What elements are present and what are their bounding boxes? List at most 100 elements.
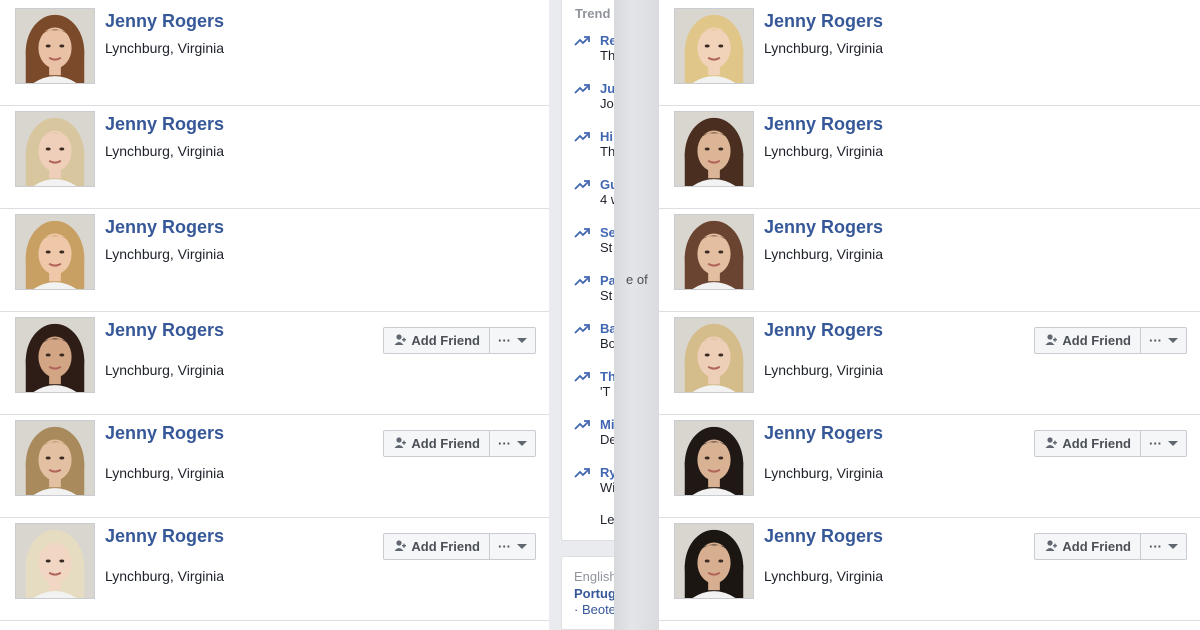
add-friend-icon bbox=[393, 539, 407, 555]
person-name-link[interactable]: Jenny Rogers bbox=[764, 11, 883, 32]
add-friend-icon bbox=[393, 436, 407, 452]
person-location: Lynchburg, Virginia bbox=[105, 568, 225, 584]
chevron-down-icon bbox=[517, 441, 527, 446]
screenshot-seam bbox=[614, 0, 659, 630]
friend-actions: Add Friend ··· bbox=[383, 430, 536, 457]
friend-actions: Add Friend ··· bbox=[383, 327, 536, 354]
add-friend-icon bbox=[1044, 539, 1058, 555]
more-options-button[interactable]: ··· bbox=[490, 430, 536, 457]
trending-partial-text: e of bbox=[626, 272, 648, 287]
add-friend-label: Add Friend bbox=[411, 436, 480, 451]
trending-arrow-icon bbox=[574, 468, 590, 478]
more-dots-icon: ··· bbox=[498, 539, 511, 554]
person-location: Lynchburg, Virginia bbox=[764, 40, 884, 56]
profile-photo[interactable] bbox=[674, 523, 754, 599]
chevron-down-icon bbox=[517, 544, 527, 549]
add-friend-label: Add Friend bbox=[1062, 539, 1131, 554]
person-name-link[interactable]: Jenny Rogers bbox=[105, 320, 224, 341]
profile-photo[interactable] bbox=[15, 317, 95, 393]
friend-actions: Add Friend ··· bbox=[1034, 533, 1187, 560]
trending-title[interactable]: Ju bbox=[600, 81, 615, 96]
person-row: Jenny Rogers Lynchburg, Virginia bbox=[0, 208, 549, 312]
person-row: Jenny Rogers Lynchburg, Virginia bbox=[659, 208, 1200, 312]
person-name-link[interactable]: Jenny Rogers bbox=[764, 526, 883, 547]
person-row: Jenny Rogers Lynchburg, Virginia bbox=[0, 2, 549, 106]
person-name-link[interactable]: Jenny Rogers bbox=[105, 423, 224, 444]
more-options-button[interactable]: ··· bbox=[490, 533, 536, 560]
trending-arrow-icon bbox=[574, 180, 590, 190]
people-list-right: Jenny Rogers Lynchburg, Virginia Jenny Rog… bbox=[659, 0, 1200, 630]
learn-more-link[interactable]: Le bbox=[600, 512, 614, 527]
more-options-button[interactable]: ··· bbox=[1141, 533, 1187, 560]
trending-arrow-icon bbox=[574, 276, 590, 286]
person-name-link[interactable]: Jenny Rogers bbox=[764, 217, 883, 238]
person-location: Lynchburg, Virginia bbox=[764, 246, 884, 262]
trending-title[interactable]: Mi bbox=[600, 417, 614, 432]
profile-photo[interactable] bbox=[15, 420, 95, 496]
trending-heading: Trend bbox=[575, 6, 611, 21]
person-name-link[interactable]: Jenny Rogers bbox=[764, 423, 883, 444]
add-friend-button[interactable]: Add Friend bbox=[383, 430, 490, 457]
more-dots-icon: ··· bbox=[498, 333, 511, 348]
friend-actions: Add Friend ··· bbox=[383, 533, 536, 560]
trending-arrow-icon bbox=[574, 420, 590, 430]
language-link-other[interactable]: · Beote bbox=[574, 602, 616, 617]
person-row: Jenny Rogers Lynchburg, Virginia Add Frien… bbox=[659, 517, 1200, 621]
profile-photo[interactable] bbox=[674, 317, 754, 393]
person-location: Lynchburg, Virginia bbox=[105, 362, 225, 378]
profile-photo[interactable] bbox=[674, 420, 754, 496]
person-row: Jenny Rogers Lynchburg, Virginia bbox=[659, 105, 1200, 209]
more-options-button[interactable]: ··· bbox=[1141, 327, 1187, 354]
person-location: Lynchburg, Virginia bbox=[105, 40, 225, 56]
person-name-link[interactable]: Jenny Rogers bbox=[105, 11, 224, 32]
trending-arrow-icon bbox=[574, 36, 590, 46]
person-location: Lynchburg, Virginia bbox=[105, 465, 225, 481]
trending-arrow-icon bbox=[574, 324, 590, 334]
profile-photo[interactable] bbox=[15, 8, 95, 84]
person-name-link[interactable]: Jenny Rogers bbox=[105, 526, 224, 547]
person-row: Jenny Rogers Lynchburg, Virginia Add Frien… bbox=[659, 311, 1200, 415]
add-friend-label: Add Friend bbox=[1062, 436, 1131, 451]
person-name-link[interactable]: Jenny Rogers bbox=[764, 320, 883, 341]
more-dots-icon: ··· bbox=[1149, 539, 1162, 554]
add-friend-button[interactable]: Add Friend bbox=[383, 533, 490, 560]
trending-arrow-icon bbox=[574, 132, 590, 142]
person-location: Lynchburg, Virginia bbox=[764, 362, 884, 378]
more-options-button[interactable]: ··· bbox=[490, 327, 536, 354]
current-language: English bbox=[574, 569, 617, 584]
add-friend-button[interactable]: Add Friend bbox=[383, 327, 490, 354]
profile-photo[interactable] bbox=[674, 214, 754, 290]
language-link-portuguese[interactable]: Portug bbox=[574, 586, 616, 601]
person-row: Jenny Rogers Lynchburg, Virginia Add Frien… bbox=[0, 311, 549, 415]
person-location: Lynchburg, Virginia bbox=[764, 568, 884, 584]
add-friend-button[interactable]: Add Friend bbox=[1034, 533, 1141, 560]
friend-actions: Add Friend ··· bbox=[1034, 327, 1187, 354]
add-friend-label: Add Friend bbox=[1062, 333, 1131, 348]
trending-arrow-icon bbox=[574, 84, 590, 94]
person-row: Jenny Rogers Lynchburg, Virginia Add Frien… bbox=[0, 517, 549, 621]
trending-arrow-icon bbox=[574, 228, 590, 238]
profile-photo[interactable] bbox=[15, 523, 95, 599]
more-dots-icon: ··· bbox=[498, 436, 511, 451]
chevron-down-icon bbox=[1168, 338, 1178, 343]
profile-photo[interactable] bbox=[674, 8, 754, 84]
profile-photo[interactable] bbox=[15, 111, 95, 187]
add-friend-icon bbox=[393, 333, 407, 349]
more-options-button[interactable]: ··· bbox=[1141, 430, 1187, 457]
person-name-link[interactable]: Jenny Rogers bbox=[764, 114, 883, 135]
profile-photo[interactable] bbox=[674, 111, 754, 187]
person-name-link[interactable]: Jenny Rogers bbox=[105, 217, 224, 238]
trending-title[interactable]: Hi bbox=[600, 129, 613, 144]
chevron-down-icon bbox=[1168, 441, 1178, 446]
more-dots-icon: ··· bbox=[1149, 333, 1162, 348]
add-friend-button[interactable]: Add Friend bbox=[1034, 327, 1141, 354]
person-location: Lynchburg, Virginia bbox=[105, 246, 225, 262]
people-list-left: Jenny Rogers Lynchburg, Virginia Jenny Rog… bbox=[0, 0, 549, 630]
friend-actions: Add Friend ··· bbox=[1034, 430, 1187, 457]
person-name-link[interactable]: Jenny Rogers bbox=[105, 114, 224, 135]
add-friend-label: Add Friend bbox=[411, 333, 480, 348]
person-location: Lynchburg, Virginia bbox=[764, 465, 884, 481]
profile-photo[interactable] bbox=[15, 214, 95, 290]
person-location: Lynchburg, Virginia bbox=[764, 143, 884, 159]
add-friend-button[interactable]: Add Friend bbox=[1034, 430, 1141, 457]
